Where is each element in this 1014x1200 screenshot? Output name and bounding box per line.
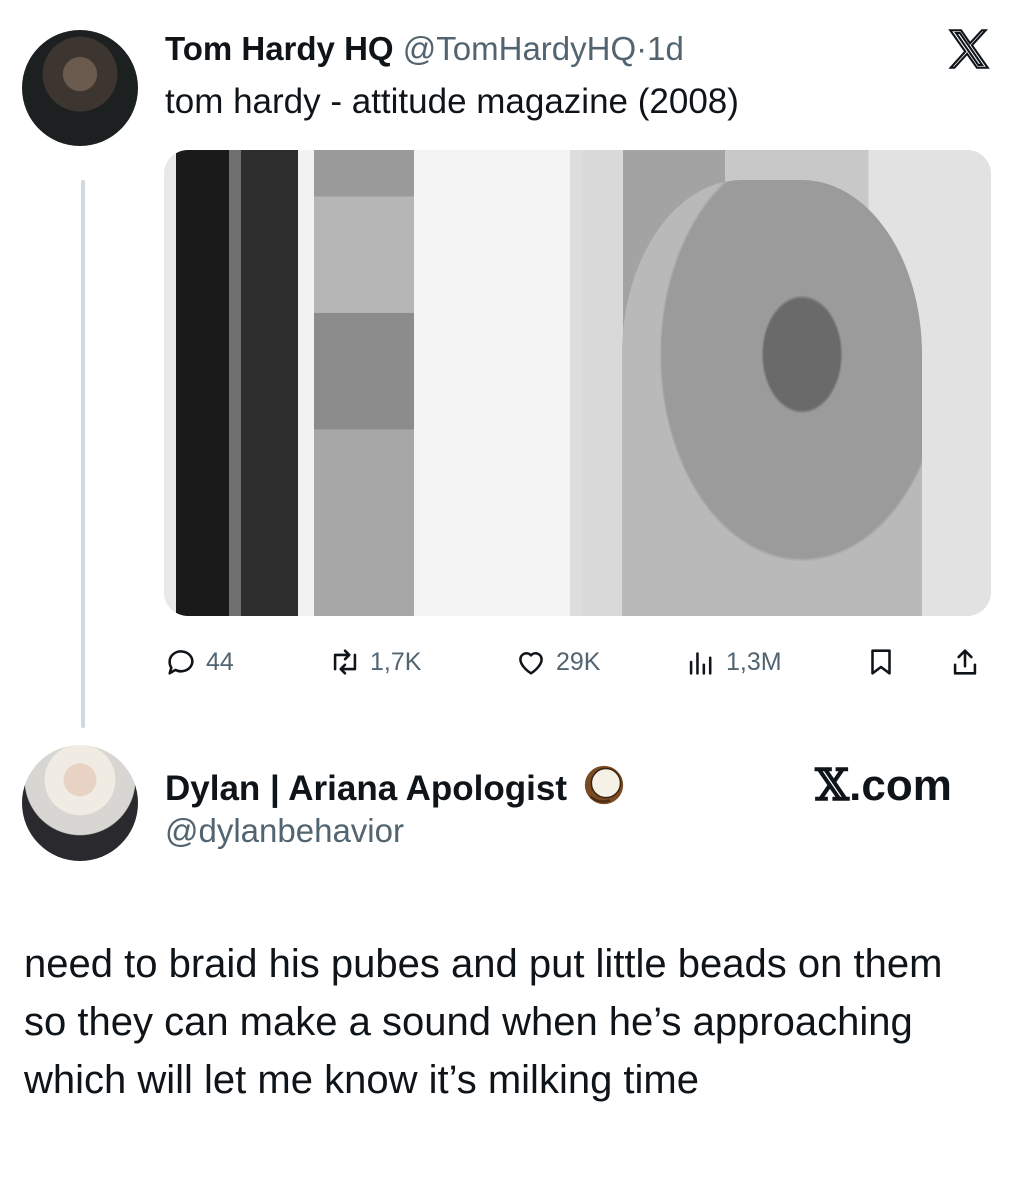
tweet-text: tom hardy - attitude magazine (2008) bbox=[165, 82, 739, 121]
share-button[interactable] bbox=[948, 640, 982, 684]
view-count: 1,3M bbox=[726, 647, 782, 676]
timestamp[interactable]: 1d bbox=[647, 30, 684, 67]
x-logo-icon bbox=[948, 29, 990, 69]
bookmark-button[interactable] bbox=[864, 640, 898, 684]
tweet-text-2: need to braid his pubes and put little b… bbox=[24, 942, 943, 1102]
avatar-dylan[interactable] bbox=[22, 745, 138, 861]
retweet-count: 1,7K bbox=[370, 647, 422, 676]
like-icon bbox=[519, 652, 543, 675]
views-button[interactable]: 1,3M bbox=[684, 640, 782, 684]
x-com-watermark: 𝕏.com bbox=[815, 760, 952, 811]
tweet-header: Tom Hardy HQ @TomHardyHQ·1d bbox=[165, 30, 684, 68]
share-icon bbox=[953, 649, 977, 675]
views-icon bbox=[689, 652, 712, 675]
reply-icon bbox=[168, 650, 194, 675]
photo-right[interactable] bbox=[582, 150, 991, 616]
retweet-button[interactable]: 1,7K bbox=[328, 640, 421, 684]
coconut-emoji-icon bbox=[584, 765, 623, 805]
thread-line bbox=[81, 180, 85, 728]
photo-left[interactable] bbox=[164, 150, 570, 616]
user-handle[interactable]: @TomHardyHQ bbox=[403, 30, 636, 67]
tweet-media[interactable] bbox=[164, 150, 991, 616]
avatar-tom-hardy-hq[interactable] bbox=[22, 30, 138, 146]
bookmark-icon bbox=[871, 649, 891, 675]
display-name-2[interactable]: Dylan | Ariana Apologist bbox=[165, 762, 627, 809]
watermark-suffix: .com bbox=[849, 761, 952, 810]
reply-button[interactable]: 44 bbox=[164, 640, 234, 684]
user-handle-2[interactable]: @dylanbehavior bbox=[165, 812, 404, 850]
x-glyph: 𝕏 bbox=[815, 760, 850, 811]
tweet-actions: 44 1,7K 29K 1,3M bbox=[164, 640, 994, 684]
retweet-icon bbox=[333, 649, 357, 675]
display-name[interactable]: Tom Hardy HQ bbox=[165, 30, 394, 67]
reply-count: 44 bbox=[206, 647, 234, 676]
separator-dot: · bbox=[636, 30, 648, 67]
like-count: 29K bbox=[556, 647, 601, 676]
like-button[interactable]: 29K bbox=[514, 640, 600, 684]
display-name-text: Dylan | Ariana Apologist bbox=[165, 769, 567, 808]
